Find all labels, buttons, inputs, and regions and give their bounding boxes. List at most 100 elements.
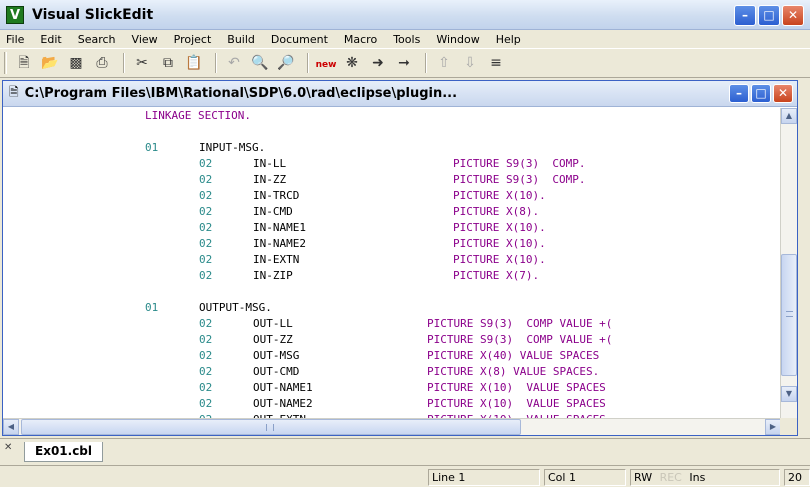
print-icon[interactable]: ⎙ <box>91 52 113 74</box>
toolbar-separator <box>123 53 125 73</box>
close-tab-icon[interactable]: ✕ <box>4 442 12 453</box>
scroll-down-button[interactable]: ▼ <box>781 386 797 402</box>
minimize-button[interactable]: – <box>734 5 756 26</box>
field-name: IN-NAME1 <box>253 221 306 234</box>
code-editor[interactable]: LINKAGE SECTION. 01 INPUT-MSG. 02 IN-LL PICTU… <box>3 108 781 419</box>
undo-icon[interactable]: ↶ <box>223 52 245 74</box>
level-number: 02 <box>199 269 213 282</box>
menu-help[interactable]: Help <box>496 33 521 46</box>
menu-view[interactable]: View <box>132 33 158 46</box>
tab-ex01-cbl[interactable]: Ex01.cbl <box>24 442 104 462</box>
paste-icon[interactable]: 📋 <box>183 52 205 74</box>
toolbar: 🗎 📂 ▩ ⎙ ✂ ⧉ 📋 ↶ 🔍 🔎 new ❋ ➜ ➞ ⇧ ⇩ ≡ <box>0 48 810 78</box>
copy-icon[interactable]: ⧉ <box>157 52 179 74</box>
level-number: 02 <box>199 333 213 346</box>
field-name: OUT-LL <box>253 317 293 330</box>
level-number: 02 <box>199 397 213 410</box>
level-number: 02 <box>199 365 213 378</box>
scroll-up-button[interactable]: ▲ <box>781 108 797 124</box>
section-header: LINKAGE SECTION. <box>145 109 251 122</box>
doc-maximize-button[interactable]: □ <box>751 84 771 103</box>
thumb-grip <box>266 424 274 431</box>
scroll-right-button[interactable]: ▶ <box>765 419 781 435</box>
picture-clause: PICTURE X(10). <box>453 253 546 266</box>
level-number: 02 <box>199 157 213 170</box>
doc-close-button[interactable]: ✕ <box>773 84 793 103</box>
checkin-icon[interactable]: ⇧ <box>433 52 455 74</box>
checkout-icon[interactable]: ⇩ <box>459 52 481 74</box>
menu-window[interactable]: Window <box>436 33 479 46</box>
picture-clause: PICTURE X(8). <box>453 205 540 218</box>
field-name: IN-ZZ <box>253 173 287 186</box>
level-number: 02 <box>199 189 213 202</box>
status-ins: Ins <box>689 471 706 484</box>
level-number: 01 <box>145 141 159 154</box>
level-number: 02 <box>199 349 213 362</box>
field-name: OUT-NAME2 <box>253 397 313 410</box>
debug-icon[interactable]: ❋ <box>341 52 363 74</box>
picture-clause: PICTURE X(10) VALUE SPACES <box>427 397 606 410</box>
picture-clause: PICTURE X(10). <box>453 189 546 202</box>
field-name: OUT-NAME1 <box>253 381 313 394</box>
code-line: 02 IN-ZIP PICTURE X(7). <box>3 268 781 284</box>
compile-icon[interactable]: ≡ <box>485 52 507 74</box>
new-file-icon[interactable]: 🗎 <box>13 52 35 74</box>
toolbar-separator <box>425 53 427 73</box>
status-rw: RW <box>634 471 653 484</box>
level-number: 02 <box>199 173 213 186</box>
menu-macro[interactable]: Macro <box>344 33 377 46</box>
find-files-icon[interactable]: 🔎 <box>275 52 297 74</box>
level-number: 02 <box>199 381 213 394</box>
menu-bar: File Edit Search View Project Build Docu… <box>0 31 810 48</box>
step-into-icon[interactable]: ➜ <box>367 52 389 74</box>
picture-clause: PICTURE S9(3) COMP VALUE +( <box>427 317 613 330</box>
code-line: 01 INPUT-MSG. <box>3 140 781 156</box>
code-line: 01 OUTPUT-MSG. <box>3 300 781 316</box>
menu-file[interactable]: File <box>6 33 24 46</box>
menu-document[interactable]: Document <box>271 33 328 46</box>
code-line: 02 IN-TRCD PICTURE X(10). <box>3 188 781 204</box>
open-folder-icon[interactable]: 📂 <box>39 52 61 74</box>
doc-minimize-button[interactable]: – <box>729 84 749 103</box>
menu-tools[interactable]: Tools <box>393 33 420 46</box>
horizontal-scrollbar[interactable]: ◀ ▶ <box>3 418 781 435</box>
level-number: 01 <box>145 301 159 314</box>
field-name: IN-LL <box>253 157 287 170</box>
menu-project[interactable]: Project <box>174 33 212 46</box>
scroll-left-button[interactable]: ◀ <box>3 419 19 435</box>
vertical-scroll-thumb[interactable] <box>781 254 797 376</box>
vertical-scrollbar[interactable]: ▲ ▼ <box>780 108 797 419</box>
level-number: 02 <box>199 237 213 250</box>
field-name: IN-NAME2 <box>253 237 306 250</box>
toolbar-separator <box>307 53 309 73</box>
scroll-corner <box>780 418 797 435</box>
field-name: IN-EXTN <box>253 253 300 266</box>
close-button[interactable]: ✕ <box>782 5 804 26</box>
maximize-button[interactable]: □ <box>758 5 780 26</box>
menu-build[interactable]: Build <box>227 33 255 46</box>
code-line: 02 OUT-CMD PICTURE X(8) VALUE SPACES. <box>3 364 781 380</box>
app-title-bar: V Visual SlickEdit – □ ✕ <box>0 0 810 30</box>
find-icon[interactable]: 🔍 <box>249 52 271 74</box>
status-bar: Line 1 Col 1 RW REC Ins 20 <box>0 465 810 487</box>
picture-clause: PICTURE X(10) VALUE SPACES <box>427 381 606 394</box>
code-line: 02 IN-LL PICTURE S9(3) COMP. <box>3 156 781 172</box>
code-line: 02 OUT-NAME2 PICTURE X(10) VALUE SPACES <box>3 396 781 412</box>
menu-edit[interactable]: Edit <box>40 33 61 46</box>
new-project-icon[interactable]: new <box>315 52 337 74</box>
level-number: 02 <box>199 205 213 218</box>
field-name: OUTPUT-MSG. <box>199 301 272 314</box>
menu-search[interactable]: Search <box>78 33 116 46</box>
code-line: 02 OUT-LL PICTURE S9(3) COMP VALUE +( <box>3 316 781 332</box>
app-title: Visual SlickEdit <box>32 6 154 23</box>
toolbar-grip[interactable] <box>4 52 7 74</box>
cut-icon[interactable]: ✂ <box>131 52 153 74</box>
document-title-bar: 🗎 C:\Program Files\IBM\Rational\SDP\6.0\… <box>3 81 797 107</box>
picture-clause: PICTURE X(10). <box>453 237 546 250</box>
step-over-icon[interactable]: ➞ <box>393 52 415 74</box>
save-icon[interactable]: ▩ <box>65 52 87 74</box>
horizontal-scroll-thumb[interactable] <box>21 419 521 435</box>
document-path: C:\Program Files\IBM\Rational\SDP\6.0\ra… <box>24 86 458 101</box>
field-name: OUT-CMD <box>253 365 300 378</box>
